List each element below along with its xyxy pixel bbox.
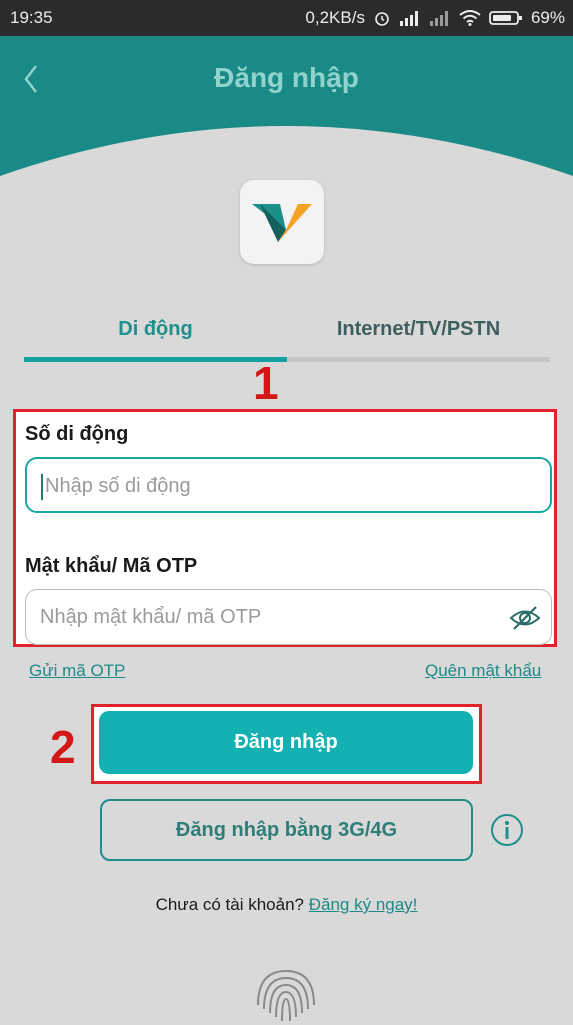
password-placeholder: Nhập mật khẩu/ mã OTP — [40, 606, 262, 628]
status-icons: 0,2KB/s 69% — [305, 8, 565, 28]
tab-internet-tv-pstn[interactable]: Internet/TV/PSTN — [287, 318, 550, 341]
text-cursor — [41, 473, 43, 500]
phone-label: Số di động — [25, 423, 129, 445]
password-label: Mật khẩu/ Mã OTP — [25, 555, 198, 577]
page-title: Đăng nhập — [214, 62, 359, 93]
send-otp-link[interactable]: Gửi mã OTP — [29, 661, 125, 681]
fingerprint-icon[interactable] — [248, 965, 324, 1025]
tab-underline-active — [24, 357, 287, 362]
battery-level: 69% — [530, 8, 565, 27]
status-time: 19:35 — [10, 8, 53, 27]
signup-question: Chưa có tài khoản? — [155, 895, 304, 914]
step-marker-2: 2 — [50, 721, 76, 773]
signup-row: Chưa có tài khoản? Đăng ký ngay! — [0, 895, 573, 915]
info-icon[interactable] — [490, 813, 524, 847]
phone-input[interactable]: Nhập số di động — [25, 457, 552, 513]
alarm-icon — [375, 12, 389, 26]
signal-icon-2 — [429, 11, 448, 26]
eye-hidden-icon[interactable] — [509, 604, 541, 632]
signal-icon — [399, 11, 418, 26]
network-speed: 0,2KB/s — [305, 8, 365, 27]
password-input[interactable]: Nhập mật khẩu/ mã OTP — [25, 589, 552, 645]
login-form-highlight: Số di động Nhập số di động Mật khẩu/ Mã … — [13, 409, 557, 647]
forgot-password-link[interactable]: Quên mật khẩu — [425, 661, 541, 681]
battery-icon — [489, 11, 522, 25]
status-bar: 19:35 0,2KB/s 69% — [0, 0, 573, 36]
signup-link[interactable]: Đăng ký ngay! — [309, 895, 418, 914]
login-button[interactable]: Đăng nhập — [99, 711, 473, 774]
tab-mobile[interactable]: Di động — [24, 318, 287, 341]
login-3g-4g-button[interactable]: Đăng nhập bằng 3G/4G — [100, 799, 473, 861]
header-background — [0, 36, 573, 196]
wifi-icon — [459, 10, 481, 26]
phone-placeholder: Nhập số di động — [45, 475, 191, 497]
step-marker-1: 1 — [253, 357, 279, 409]
app-logo — [240, 180, 324, 264]
